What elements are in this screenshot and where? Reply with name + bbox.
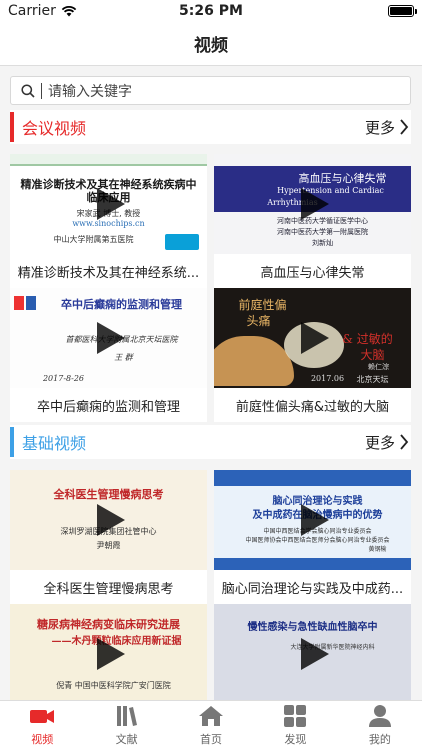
tab-discover[interactable]: 发现: [253, 701, 337, 750]
play-icon: [300, 504, 329, 536]
thumb-text: Hypertension and Cardiac: [277, 186, 384, 195]
video-thumbnail: 前庭性偏 头痛 & 过敏的 大脑 赖仁淙 2017.06 北京天坛: [214, 288, 411, 388]
home-icon: [199, 706, 224, 726]
thumb-text: 卒中后癫痫的监测和管理: [61, 298, 182, 311]
section-accent-bar: [10, 112, 14, 142]
more-button[interactable]: 更多: [365, 117, 411, 138]
basic-video-grid: 全科医生管理慢病思考 深圳罗湖医院集团社管中心 尹朝霞 全科医生管理慢病思考 脑…: [10, 470, 411, 704]
chevron-right-icon: [400, 119, 409, 135]
video-title: 卒中后癫痫的监测和管理: [36, 399, 180, 415]
video-thumbnail: 高血压与心律失常 Hypertension and Cardiac Arrhyt…: [214, 154, 411, 254]
thumb-text: 大脑: [360, 348, 385, 362]
more-label: 更多: [364, 433, 395, 452]
play-icon: [300, 638, 329, 670]
battery-icon: [388, 5, 417, 17]
video-title: 前庭性偏头痛&过敏的大脑: [235, 399, 390, 415]
nav-bar: 视频: [0, 22, 422, 66]
play-icon: [96, 638, 125, 670]
video-card[interactable]: 前庭性偏 头痛 & 过敏的 大脑 赖仁淙 2017.06 北京天坛 前庭性偏头痛…: [214, 288, 411, 422]
video-thumbnail: 慢性感染与急性缺血性脑卒中 大连大学附属新华医院神经内科: [214, 604, 411, 704]
thumb-text: 黄钢榆: [368, 546, 387, 553]
video-thumbnail: 全科医生管理慢病思考 深圳罗湖医院集团社管中心 尹朝霞: [10, 470, 207, 570]
tab-video[interactable]: 视频: [0, 701, 84, 750]
thumb-text: 尹朝霞: [96, 541, 121, 550]
meeting-video-grid: 精准诊断技术及其在神经系统疾病中 临床应用 宋家武 博士, 教授 www.sin…: [10, 154, 411, 422]
play-icon: [96, 322, 125, 354]
video-icon: [30, 710, 55, 723]
thumb-text: 全科医生管理慢病思考: [53, 488, 164, 501]
video-card[interactable]: 卒中后癫痫的监测和管理 首都医科大学附属北京天坛医院 王 群 2017-8-26…: [10, 288, 207, 422]
tab-home[interactable]: 首页: [169, 701, 253, 750]
video-title: 全科医生管理慢病思考: [43, 581, 174, 597]
more-button[interactable]: 更多: [365, 432, 411, 453]
tab-label: 首页: [200, 733, 223, 746]
thumb-text: 河南中医药大学第一附属医院: [277, 228, 368, 236]
status-bar: Carrier 5:26 PM: [0, 0, 422, 22]
video-card[interactable]: 全科医生管理慢病思考 深圳罗湖医院集团社管中心 尹朝霞 全科医生管理慢病思考: [10, 470, 207, 604]
thumb-text: 高血压与心律失常: [298, 172, 387, 185]
books-icon: [116, 706, 137, 726]
video-thumbnail: 脑心同治理论与实践 及中成药在脑治慢病中的优势 中国中西医结合学会脑心同治专业委…: [214, 470, 411, 570]
play-icon: [300, 188, 329, 220]
clock: 5:26 PM: [179, 3, 243, 19]
thumb-text: 大连大学附属新华医院神经内科: [290, 644, 375, 651]
thumb-text: 北京天坛: [356, 375, 389, 384]
thumb-text: 糖尿病神经病变临床研究进展: [37, 618, 180, 631]
section-title: 会议视频: [22, 119, 87, 138]
section-header-meeting: 会议视频 更多: [10, 110, 411, 144]
video-thumbnail: 精准诊断技术及其在神经系统疾病中 临床应用 宋家武 博士, 教授 www.sin…: [10, 154, 207, 254]
thumb-text: 2017-8-26: [42, 374, 85, 383]
thumb-text: www.sinochips.cn: [72, 219, 145, 228]
person-icon: [368, 705, 391, 727]
tab-label: 视频: [31, 733, 54, 746]
video-title: 脑心同治理论与实践及中成药...: [221, 581, 404, 597]
thumb-text: 中国医师协会中西医结合医师分会脑心同治专业委员会: [245, 537, 390, 544]
thumb-text: 慢性感染与急性缺血性脑卒中: [247, 622, 378, 633]
thumb-text: 前庭性偏: [238, 298, 287, 312]
video-card[interactable]: 脑心同治理论与实践 及中成药在脑治慢病中的优势 中国中西医结合学会脑心同治专业委…: [214, 470, 411, 604]
video-title: 精准诊断技术及其在神经系统...: [17, 265, 200, 281]
play-icon: [300, 322, 329, 354]
section-title: 基础视频: [22, 434, 87, 453]
grid-icon: [284, 705, 307, 727]
tab-label: 文献: [115, 733, 138, 746]
video-thumbnail: 糖尿病神经病变临床研究进展 ——木丹颗粒临床应用新证据 倪青 中国中医科学院广安…: [10, 604, 207, 704]
video-thumbnail: 卒中后癫痫的监测和管理 首都医科大学附属北京天坛医院 王 群 2017-8-26: [10, 288, 207, 388]
video-title: 高血压与心律失常: [260, 265, 365, 281]
text-cursor: [41, 82, 42, 99]
video-card[interactable]: 慢性感染与急性缺血性脑卒中 大连大学附属新华医院神经内科: [214, 604, 411, 704]
tab-literature[interactable]: 文献: [84, 701, 168, 750]
video-card[interactable]: 糖尿病神经病变临床研究进展 ——木丹颗粒临床应用新证据 倪青 中国中医科学院广安…: [10, 604, 207, 704]
tab-label: 发现: [284, 733, 307, 746]
page-title: 视频: [194, 36, 228, 56]
thumb-text: 倪青 中国中医科学院广安门医院: [56, 681, 171, 690]
section-accent-bar: [10, 427, 14, 457]
section-header-basic: 基础视频 更多: [10, 425, 411, 459]
more-label: 更多: [364, 118, 395, 137]
search-icon: [21, 83, 35, 98]
search-field[interactable]: 请输入关键字: [10, 76, 411, 105]
thumb-text: 赖仁淙: [368, 363, 389, 371]
tab-label: 我的: [368, 733, 391, 746]
search-placeholder: 请输入关键字: [48, 83, 132, 100]
tab-bar: 视频 文献 首页 发现 我的: [0, 700, 422, 750]
video-card[interactable]: 高血压与心律失常 Hypertension and Cardiac Arrhyt…: [214, 154, 411, 288]
tab-profile[interactable]: 我的: [338, 701, 422, 750]
play-icon: [96, 504, 125, 536]
thumb-text: & 过敏的: [342, 332, 393, 346]
video-card[interactable]: 精准诊断技术及其在神经系统疾病中 临床应用 宋家武 博士, 教授 www.sin…: [10, 154, 207, 288]
play-icon: [96, 188, 125, 220]
chevron-right-icon: [400, 434, 409, 450]
thumb-text: 刘新灿: [312, 239, 333, 247]
